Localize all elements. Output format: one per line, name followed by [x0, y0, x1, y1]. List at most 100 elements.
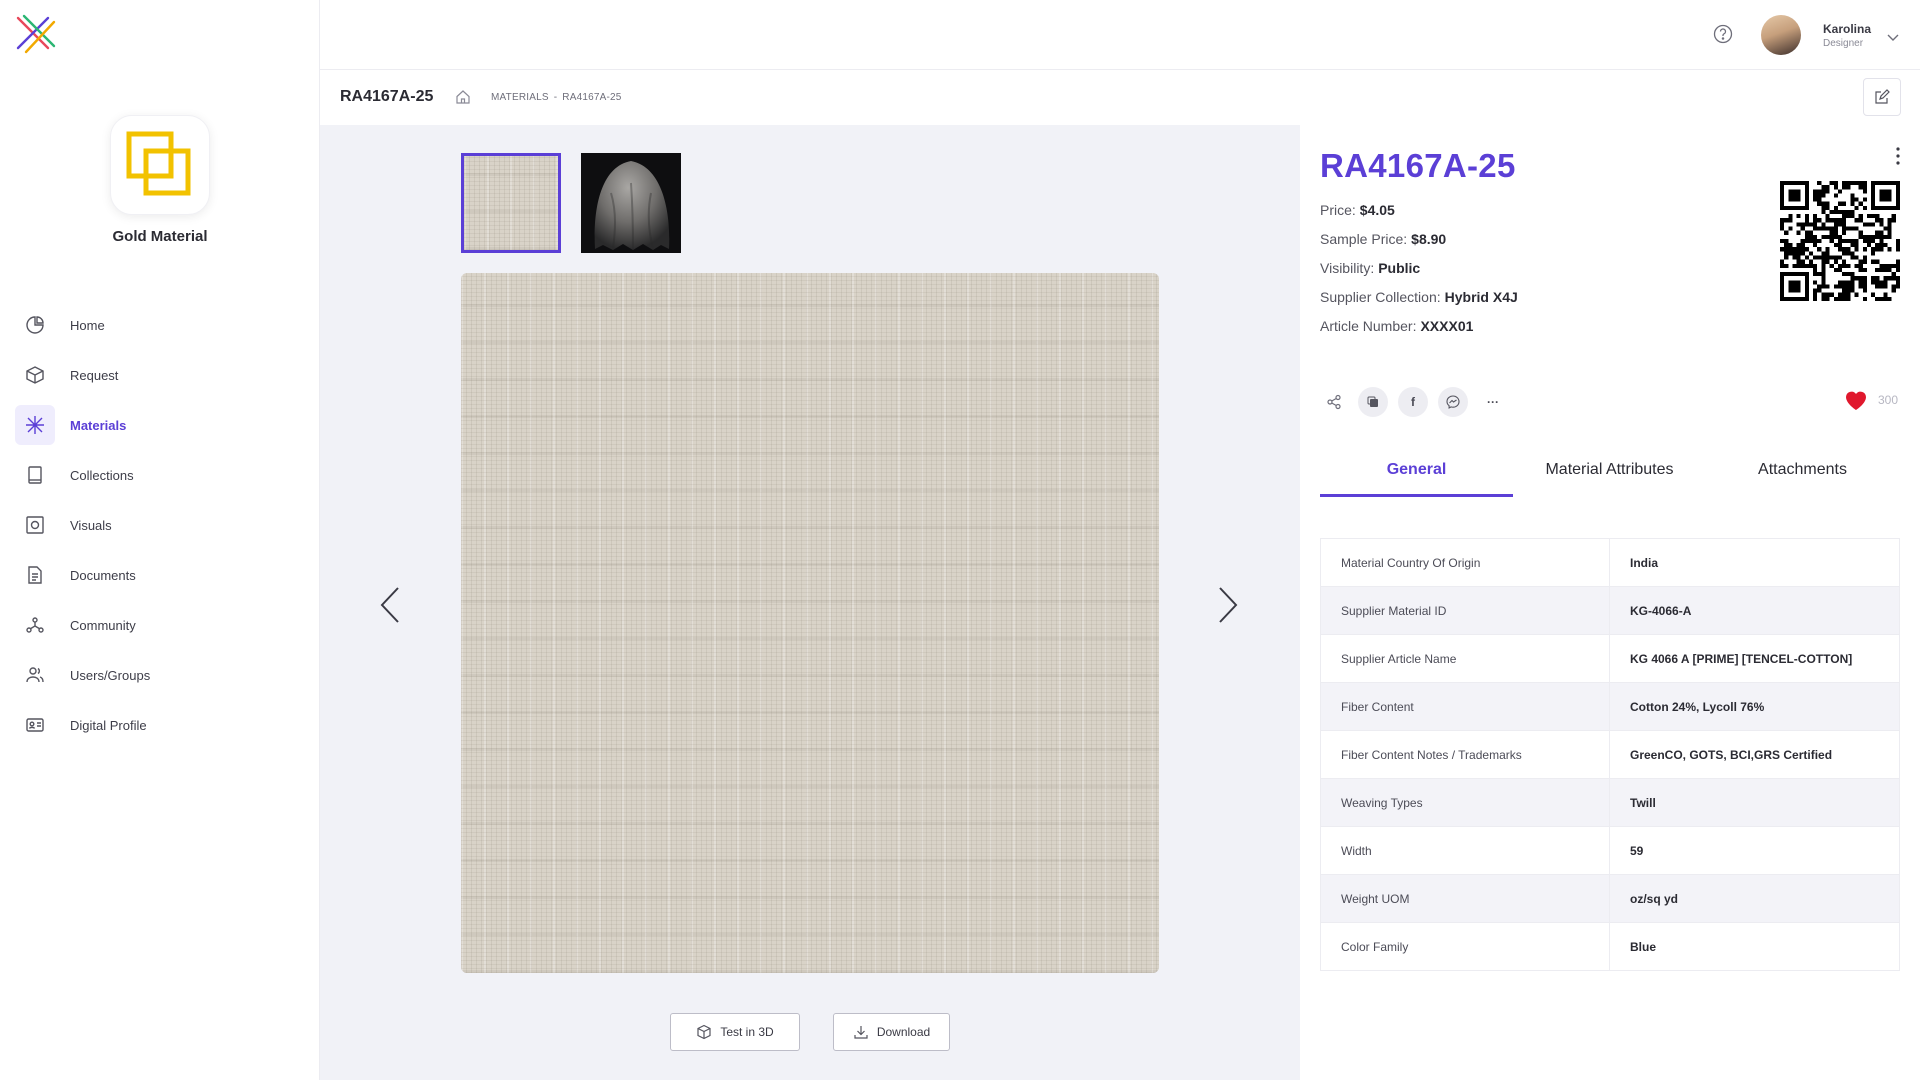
- like-count: 300: [1878, 393, 1899, 407]
- download-icon: [854, 1026, 868, 1039]
- attribute-key: Fiber Content Notes / Trademarks: [1320, 730, 1610, 779]
- sidebar-item-documents[interactable]: Documents: [15, 555, 305, 595]
- field-value: Hybrid X4J: [1444, 289, 1518, 305]
- table-row: Material Country Of Origin India: [1320, 538, 1900, 587]
- book-icon: [15, 455, 55, 495]
- field-value: $4.05: [1359, 202, 1395, 218]
- sidebar-item-label: Request: [70, 367, 119, 383]
- pie-chart-icon: [15, 305, 55, 345]
- test-in-3d-label: Test in 3D: [720, 1025, 774, 1039]
- field-label: Supplier Collection:: [1320, 289, 1441, 305]
- price-field: Price: $4.05: [1320, 202, 1395, 218]
- sidebar-item-label: Materials: [70, 417, 127, 433]
- more-options-icon[interactable]: [1896, 147, 1900, 170]
- attributes-table: Material Country Of Origin India Supplier…: [1320, 538, 1900, 971]
- field-label: Price:: [1320, 202, 1356, 218]
- avatar[interactable]: [1761, 15, 1801, 55]
- tab-material-attributes[interactable]: Material Attributes: [1513, 447, 1706, 497]
- top-bar: Karolina Designer: [320, 0, 1920, 70]
- material-detail-panel: RA4167A-25 Price: $4.05 Sample Price: $8.9…: [1300, 125, 1920, 1080]
- table-row: Color Family Blue: [1320, 922, 1900, 971]
- attribute-key: Supplier Material ID: [1320, 586, 1610, 635]
- field-value: $8.90: [1411, 231, 1447, 247]
- table-row: Weaving Types Twill: [1320, 778, 1900, 827]
- thumbnail-draped-fabric[interactable]: [581, 153, 681, 253]
- materials-icon: [15, 405, 55, 445]
- test-in-3d-button[interactable]: Test in 3D: [670, 1013, 800, 1051]
- share-icon[interactable]: [1320, 388, 1348, 416]
- sidebar-item-community[interactable]: Community: [15, 605, 305, 645]
- sidebar-item-label: Digital Profile: [70, 717, 147, 733]
- table-row: Fiber Content Notes / Trademarks GreenCO,…: [1320, 730, 1900, 779]
- breadcrumb: MATERIALS - RA4167A-25: [491, 92, 622, 103]
- chevron-down-icon[interactable]: [1887, 29, 1899, 47]
- users-icon: [15, 655, 55, 695]
- attribute-key: Material Country Of Origin: [1320, 538, 1610, 587]
- facebook-icon: f: [1411, 395, 1415, 409]
- chevron-left-icon: [380, 587, 399, 623]
- table-row: Supplier Material ID KG-4066-A: [1320, 586, 1900, 635]
- sidebar-item-collections[interactable]: Collections: [15, 455, 305, 495]
- network-icon: [15, 605, 55, 645]
- id-card-icon: [15, 705, 55, 745]
- brand-logo: [110, 115, 210, 215]
- main-fabric-image: [461, 273, 1159, 973]
- share-row: f ···: [1320, 387, 1508, 417]
- visibility-field: Visibility: Public: [1320, 260, 1420, 276]
- breadcrumb-current: RA4167A-25: [562, 92, 622, 103]
- article-number-field: Article Number: XXXX01: [1320, 318, 1473, 334]
- qr-code: [1780, 181, 1900, 301]
- more-share-options-button[interactable]: ···: [1478, 387, 1508, 417]
- attribute-key: Width: [1320, 826, 1610, 875]
- detail-tabs: General Material Attributes Attachments: [1320, 447, 1900, 497]
- download-button[interactable]: Download: [833, 1013, 950, 1051]
- facebook-share-button[interactable]: f: [1398, 387, 1428, 417]
- sidebar-item-request[interactable]: Request: [15, 355, 305, 395]
- page-header: RA4167A-25 MATERIALS - RA4167A-25: [320, 70, 1920, 125]
- attribute-value: Twill: [1609, 778, 1900, 827]
- attribute-key: Supplier Article Name: [1320, 634, 1610, 683]
- sidebar-item-materials[interactable]: Materials: [15, 405, 305, 445]
- home-icon[interactable]: [455, 89, 471, 110]
- attribute-value: oz/sq yd: [1609, 874, 1900, 923]
- next-image-button[interactable]: [1213, 580, 1243, 630]
- sidebar-item-users-groups[interactable]: Users/Groups: [15, 655, 305, 695]
- breadcrumb-link[interactable]: MATERIALS: [491, 92, 549, 103]
- material-title: RA4167A-25: [1320, 147, 1516, 184]
- app-logo-icon[interactable]: [14, 14, 56, 54]
- sidebar-item-label: Visuals: [70, 517, 112, 533]
- table-row: Supplier Article Name KG 4066 A [PRIME] […: [1320, 634, 1900, 683]
- table-row: Fiber Content Cotton 24%, Lycoll 76%: [1320, 682, 1900, 731]
- field-value: XXXX01: [1420, 318, 1474, 334]
- camera-frame-icon: [15, 505, 55, 545]
- tab-general[interactable]: General: [1320, 447, 1513, 497]
- sidebar-item-visuals[interactable]: Visuals: [15, 505, 305, 545]
- sidebar: Gold Material Home Request Materials Col…: [0, 0, 320, 1080]
- ellipsis-icon: ···: [1487, 395, 1499, 409]
- sidebar-item-label: Collections: [70, 467, 134, 483]
- page-title: RA4167A-25: [340, 88, 434, 105]
- image-gallery: Test in 3D Download: [320, 125, 1300, 1080]
- copy-link-button[interactable]: [1358, 387, 1388, 417]
- table-row: Width 59: [1320, 826, 1900, 875]
- thumbnail-fabric-swatch[interactable]: [461, 153, 561, 253]
- edit-button[interactable]: [1863, 78, 1901, 116]
- tab-attachments[interactable]: Attachments: [1706, 447, 1899, 497]
- field-label: Visibility:: [1320, 260, 1375, 276]
- sidebar-nav: Home Request Materials Collections Visua…: [15, 305, 305, 755]
- attribute-value: Blue: [1609, 922, 1900, 971]
- sidebar-item-digital-profile[interactable]: Digital Profile: [15, 705, 305, 745]
- help-icon[interactable]: [1713, 24, 1733, 49]
- edit-icon: [1875, 89, 1890, 104]
- previous-image-button[interactable]: [375, 580, 405, 630]
- heart-icon[interactable]: [1844, 389, 1868, 416]
- supplier-collection-field: Supplier Collection: Hybrid X4J: [1320, 289, 1518, 305]
- cube-icon: [697, 1024, 711, 1040]
- attribute-value: India: [1609, 538, 1900, 587]
- messenger-share-button[interactable]: [1438, 387, 1468, 417]
- cube-icon: [15, 355, 55, 395]
- field-label: Article Number:: [1320, 318, 1417, 334]
- sidebar-item-label: Home: [70, 317, 105, 333]
- sidebar-item-home[interactable]: Home: [15, 305, 305, 345]
- user-name[interactable]: Karolina: [1823, 22, 1871, 36]
